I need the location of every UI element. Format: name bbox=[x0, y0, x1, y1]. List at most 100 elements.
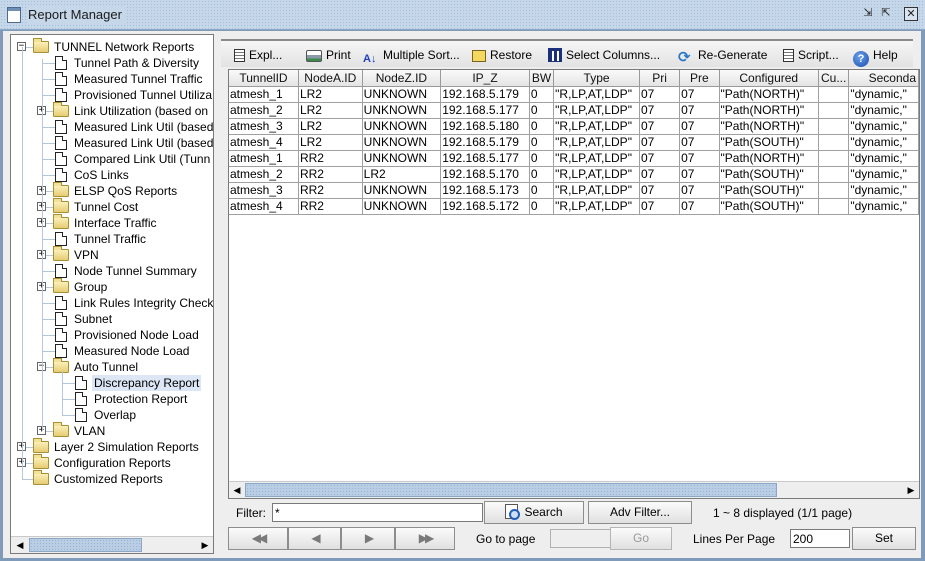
table-cell[interactable]: atmesh_4 bbox=[229, 134, 299, 151]
print-button[interactable]: Print bbox=[306, 45, 351, 65]
table-scroll-right-icon[interactable]: ▶ bbox=[903, 482, 919, 498]
select-columns-button[interactable]: Select Columns... bbox=[548, 45, 660, 65]
table-row[interactable]: atmesh_1 RR2 UNKNOWN 192.168.5.177 0 "R,LP,AT… bbox=[229, 150, 919, 167]
table-cell[interactable]: 192.168.5.180 bbox=[440, 118, 530, 135]
tree-item[interactable]: Customized Reports bbox=[11, 470, 213, 487]
column-header[interactable]: TunnelID bbox=[229, 70, 299, 87]
table-cell[interactable]: LR2 bbox=[298, 86, 363, 103]
table-cell[interactable]: "Path(NORTH)" bbox=[719, 150, 819, 167]
column-header[interactable]: IP_Z bbox=[440, 70, 530, 87]
table-row[interactable]: atmesh_1 LR2 UNKNOWN 192.168.5.179 0 "R,LP,AT… bbox=[229, 86, 919, 103]
table-cell[interactable]: atmesh_1 bbox=[229, 86, 299, 103]
table-cell[interactable]: atmesh_3 bbox=[229, 118, 299, 135]
table-cell[interactable]: 192.168.5.177 bbox=[440, 150, 530, 167]
table-cell[interactable]: 192.168.5.179 bbox=[440, 86, 530, 103]
table-cell[interactable]: "Path(SOUTH)" bbox=[719, 166, 819, 183]
table-cell[interactable]: "Path(SOUTH)" bbox=[719, 134, 819, 151]
table-cell[interactable]: 07 bbox=[639, 134, 681, 151]
script-button[interactable]: Script... bbox=[783, 45, 839, 65]
table-row[interactable]: atmesh_2 RR2 LR2 192.168.5.170 0 "R,LP,AT,LDP… bbox=[229, 166, 919, 183]
table-cell[interactable] bbox=[818, 150, 850, 167]
set-button[interactable]: Set bbox=[852, 527, 916, 550]
tree-scroll-right-icon[interactable]: ▶ bbox=[197, 537, 213, 553]
table-cell[interactable] bbox=[818, 102, 850, 119]
explain-button[interactable]: Expl... bbox=[234, 45, 282, 65]
tree-scroll-thumb[interactable] bbox=[29, 538, 142, 552]
table-cell[interactable]: 07 bbox=[639, 118, 681, 135]
tree-horizontal-scrollbar[interactable]: ◀ ▶ bbox=[11, 536, 213, 553]
first-page-button[interactable]: ◀◀ bbox=[228, 527, 288, 550]
table-cell[interactable]: 07 bbox=[639, 182, 681, 199]
tree-scroll-left-icon[interactable]: ◀ bbox=[12, 537, 28, 553]
table-cell[interactable]: UNKNOWN bbox=[362, 150, 442, 167]
table-cell[interactable] bbox=[818, 86, 850, 103]
table-cell[interactable]: UNKNOWN bbox=[362, 134, 442, 151]
table-cell[interactable]: atmesh_2 bbox=[229, 102, 299, 119]
restore-button[interactable]: Restore bbox=[472, 45, 532, 65]
table-cell[interactable]: 07 bbox=[679, 150, 720, 167]
table-cell[interactable]: 0 bbox=[529, 86, 555, 103]
maximize-icon[interactable]: ⇱ bbox=[879, 7, 893, 21]
table-cell[interactable]: 07 bbox=[639, 198, 681, 215]
table-cell[interactable]: "R,LP,AT,LDP" bbox=[553, 134, 640, 151]
table-cell[interactable]: 07 bbox=[679, 118, 720, 135]
table-cell[interactable]: UNKNOWN bbox=[362, 182, 442, 199]
table-cell[interactable]: "Path(SOUTH)" bbox=[719, 182, 819, 199]
lines-per-page-input[interactable] bbox=[790, 529, 850, 548]
table-cell[interactable]: 192.168.5.172 bbox=[440, 198, 530, 215]
column-header[interactable]: Type bbox=[553, 70, 640, 87]
table-cell[interactable]: "dynamic," bbox=[848, 86, 919, 103]
table-cell[interactable]: 07 bbox=[679, 182, 720, 199]
adv-filter-button[interactable]: Adv Filter... bbox=[588, 501, 692, 524]
table-cell[interactable]: atmesh_2 bbox=[229, 166, 299, 183]
table-cell[interactable]: "R,LP,AT,LDP" bbox=[553, 198, 640, 215]
table-cell[interactable]: UNKNOWN bbox=[362, 118, 442, 135]
table-cell[interactable]: "R,LP,AT,LDP" bbox=[553, 150, 640, 167]
column-header[interactable]: Seconda bbox=[848, 70, 919, 87]
previous-page-button[interactable]: ◀ bbox=[288, 527, 341, 550]
table-row[interactable]: atmesh_4 LR2 UNKNOWN 192.168.5.179 0 "R,LP,AT… bbox=[229, 134, 919, 151]
next-page-button[interactable]: ▶ bbox=[341, 527, 395, 550]
table-cell[interactable]: RR2 bbox=[298, 198, 363, 215]
table-cell[interactable]: 192.168.5.177 bbox=[440, 102, 530, 119]
goto-page-input[interactable] bbox=[550, 529, 612, 548]
last-page-button[interactable]: ▶▶ bbox=[395, 527, 455, 550]
table-cell[interactable]: 0 bbox=[529, 166, 555, 183]
table-cell[interactable]: 0 bbox=[529, 118, 555, 135]
column-header[interactable]: BW bbox=[529, 70, 555, 87]
table-cell[interactable]: LR2 bbox=[298, 134, 363, 151]
table-cell[interactable] bbox=[818, 198, 850, 215]
table-cell[interactable]: "dynamic," bbox=[848, 118, 919, 135]
column-header[interactable]: Configured bbox=[719, 70, 819, 87]
table-cell[interactable]: 0 bbox=[529, 102, 555, 119]
table-cell[interactable]: "R,LP,AT,LDP" bbox=[553, 118, 640, 135]
table-cell[interactable]: "dynamic," bbox=[848, 166, 919, 183]
tree-item[interactable]: − TUNNEL Network Reports bbox=[11, 38, 213, 55]
table-cell[interactable]: atmesh_1 bbox=[229, 150, 299, 167]
minimize-icon[interactable]: ⇲ bbox=[861, 7, 875, 21]
table-cell[interactable]: LR2 bbox=[298, 118, 363, 135]
filter-input[interactable] bbox=[272, 503, 483, 522]
table-cell[interactable] bbox=[818, 118, 850, 135]
tree-item[interactable]: +Layer 2 Simulation Reports bbox=[11, 438, 213, 455]
table-cell[interactable]: 07 bbox=[639, 166, 681, 183]
table-cell[interactable]: 0 bbox=[529, 134, 555, 151]
table-cell[interactable]: "Path(NORTH)" bbox=[719, 102, 819, 119]
close-icon[interactable]: ✕ bbox=[904, 7, 918, 21]
table-cell[interactable]: 07 bbox=[679, 198, 720, 215]
table-cell[interactable] bbox=[818, 182, 850, 199]
search-button[interactable]: Search bbox=[484, 501, 584, 524]
table-cell[interactable]: "Path(NORTH)" bbox=[719, 86, 819, 103]
table-row[interactable]: atmesh_4 RR2 UNKNOWN 192.168.5.172 0 "R,LP,AT… bbox=[229, 198, 919, 215]
table-row[interactable]: atmesh_2 LR2 UNKNOWN 192.168.5.177 0 "R,LP,AT… bbox=[229, 102, 919, 119]
table-cell[interactable]: UNKNOWN bbox=[362, 198, 442, 215]
table-cell[interactable] bbox=[818, 134, 850, 151]
table-cell[interactable]: "R,LP,AT,LDP" bbox=[553, 86, 640, 103]
table-cell[interactable]: 192.168.5.179 bbox=[440, 134, 530, 151]
table-cell[interactable]: 0 bbox=[529, 198, 555, 215]
table-cell[interactable]: "dynamic," bbox=[848, 198, 919, 215]
table-cell[interactable]: "dynamic," bbox=[848, 150, 919, 167]
table-horizontal-scrollbar[interactable]: ◀ ▶ bbox=[229, 481, 919, 498]
table-cell[interactable]: 07 bbox=[679, 102, 720, 119]
table-cell[interactable]: atmesh_4 bbox=[229, 198, 299, 215]
